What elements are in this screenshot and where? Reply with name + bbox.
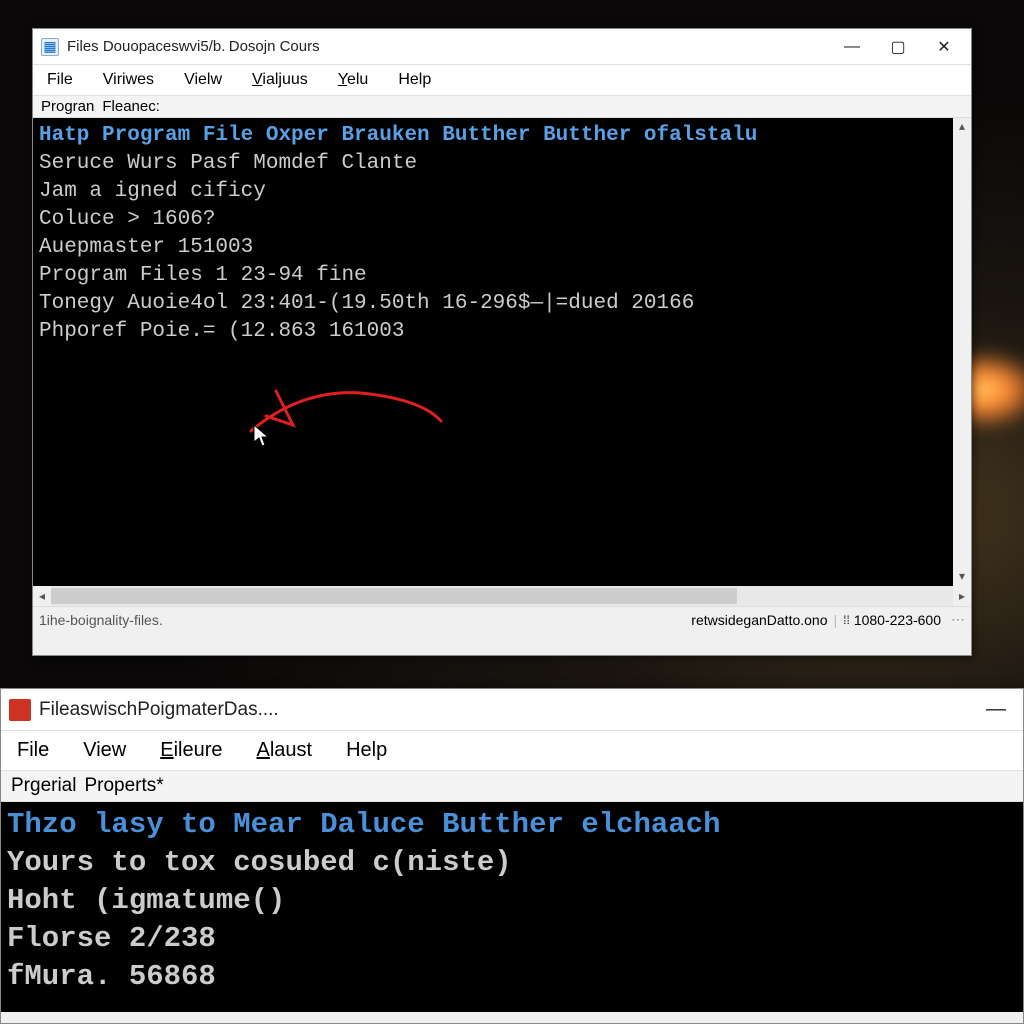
- toolbar-label-1: Progran: [41, 98, 94, 115]
- status-icon: ⁞⁞: [843, 613, 850, 627]
- term-line: Seruce Wurs Pasf Momdef Clante: [39, 150, 965, 178]
- term-line: Thzo lasy to Mear Daluce Butther elchaac…: [7, 806, 1017, 844]
- term-line: Hoht (igmatume(): [7, 882, 1017, 920]
- menu-file[interactable]: File: [41, 69, 79, 91]
- toolbar-label-2: Fleanec:: [102, 98, 160, 115]
- titlebar[interactable]: ▦ Files Douopaceswvi5/b. Dosojn Cours — …: [33, 29, 971, 65]
- menu-help[interactable]: Help: [340, 737, 393, 764]
- toolbar-label-2: Properts*: [84, 775, 163, 797]
- menu-file[interactable]: File: [11, 737, 55, 764]
- term-line: Program Files 1 23-94 fine: [39, 262, 965, 290]
- term-line: Phporef Poie.= (12.863 161003: [39, 318, 965, 346]
- term-line: Tonegy Auoie4ol 23:401-(19.50th 16-296$—…: [39, 290, 965, 318]
- titlebar-controls: — ▢ ✕: [829, 31, 967, 63]
- hscroll-track[interactable]: [51, 586, 953, 606]
- scroll-track[interactable]: [953, 136, 971, 568]
- status-left: 1ihe-boignality-files.: [39, 612, 691, 628]
- statusbar: 1ihe-boignality-files. retwsideganDatto.…: [33, 606, 971, 632]
- window-title: Files Douopaceswvi5/b. Dosojn Cours: [67, 38, 829, 55]
- titlebar[interactable]: FileaswischPoigmaterDas.... —: [1, 689, 1023, 731]
- minimize-button[interactable]: —: [829, 31, 875, 63]
- status-more-icon[interactable]: ⋯: [951, 611, 965, 628]
- titlebar-controls: —: [973, 694, 1019, 726]
- toolbar-label-1: Prgerial: [11, 775, 76, 797]
- window-1: ▦ Files Douopaceswvi5/b. Dosojn Cours — …: [32, 28, 972, 656]
- scroll-down-icon[interactable]: ▾: [953, 568, 971, 586]
- terminal-output[interactable]: Hatp Program File Oxper Brauken Butther …: [33, 118, 971, 586]
- window-title: FileaswischPoigmaterDas....: [39, 699, 973, 721]
- menu-vielw[interactable]: Vielw: [178, 69, 228, 91]
- scroll-left-icon[interactable]: ◂: [33, 586, 51, 606]
- toolbar: Prgerial Properts*: [1, 771, 1023, 802]
- term-line: Auepmaster 151003: [39, 234, 965, 262]
- menu-help[interactable]: Help: [392, 69, 437, 91]
- minimize-button[interactable]: —: [973, 694, 1019, 726]
- horizontal-scrollbar[interactable]: ◂ ▸: [33, 586, 971, 606]
- maximize-button[interactable]: ▢: [875, 31, 921, 63]
- term-line: Coluce > 1606?: [39, 206, 965, 234]
- term-line: Florse 2/238: [7, 920, 1017, 958]
- status-separator: |: [834, 612, 838, 628]
- menubar: File View Eileure Alaust Help: [1, 731, 1023, 771]
- menu-yelu[interactable]: Yelu: [332, 69, 375, 91]
- status-right-1: retwsideganDatto.ono: [691, 612, 827, 628]
- scroll-up-icon[interactable]: ▴: [953, 118, 971, 136]
- term-line: Yours to tox cosubed c(niste): [7, 844, 1017, 882]
- menu-viriwes[interactable]: Viriwes: [97, 69, 160, 91]
- hscroll-thumb[interactable]: [51, 588, 737, 604]
- term-line: Hatp Program File Oxper Brauken Butther …: [39, 122, 965, 150]
- window-2: FileaswischPoigmaterDas.... — File View …: [0, 688, 1024, 1024]
- status-right-2: 1080-223-600: [854, 612, 941, 628]
- menu-view[interactable]: View: [77, 737, 132, 764]
- menu-vialjuus[interactable]: Vialjuus: [246, 69, 314, 91]
- term-line: fMura. 56868: [7, 958, 1017, 996]
- toolbar: Progran Fleanec:: [33, 96, 971, 118]
- app-icon: [9, 699, 31, 721]
- menu-alaust[interactable]: Alaust: [251, 737, 319, 764]
- scroll-right-icon[interactable]: ▸: [953, 586, 971, 606]
- menubar: File Viriwes Vielw Vialjuus Yelu Help: [33, 65, 971, 96]
- app-icon: ▦: [41, 38, 59, 56]
- terminal-output[interactable]: Thzo lasy to Mear Daluce Butther elchaac…: [1, 802, 1023, 1012]
- vertical-scrollbar[interactable]: ▴ ▾: [953, 118, 971, 586]
- menu-eileure[interactable]: Eileure: [154, 737, 228, 764]
- term-line: Jam a igned cificy: [39, 178, 965, 206]
- close-button[interactable]: ✕: [921, 31, 967, 63]
